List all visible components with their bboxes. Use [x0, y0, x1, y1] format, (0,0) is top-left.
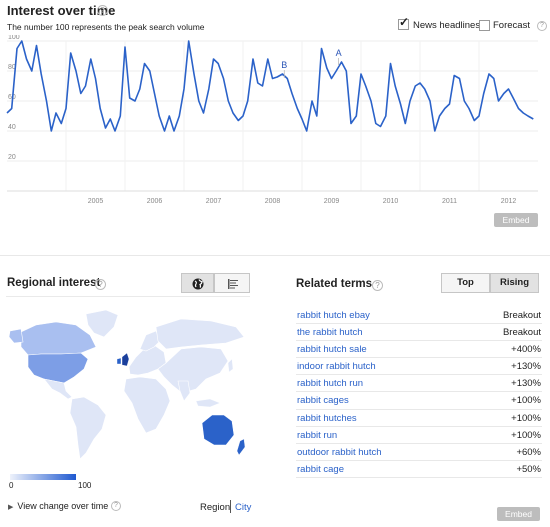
interest-over-time-chart: 20 40 60 80 100 2005 2006 2007 2008 2009 2010 2011 2… [0, 35, 550, 207]
y-tick-label: 40 [8, 124, 16, 131]
related-term-link[interactable]: rabbit hutch ebay [297, 310, 370, 321]
map-legend-gradient [10, 474, 76, 480]
city-toggle[interactable]: City [235, 502, 251, 513]
forecast-help-icon[interactable]: ? [537, 21, 547, 31]
list-item: indoor rabbit hutch +130% [296, 358, 542, 376]
x-tick-label: 2012 [501, 198, 517, 205]
related-terms-list: rabbit hutch ebay Breakout the rabbit hu… [296, 307, 542, 478]
region-city-separator [230, 500, 231, 513]
embed-related-button[interactable]: Embed [497, 507, 540, 521]
y-tick-label: 20 [8, 154, 16, 161]
view-change-over-time-link[interactable]: ▶ View change over time [8, 501, 108, 511]
list-item: rabbit hutch run +130% [296, 375, 542, 393]
region-toggle[interactable]: Region [200, 502, 230, 513]
list-item: rabbit hutches +100% [296, 410, 542, 427]
y-tick-label: 100 [8, 35, 20, 41]
related-term-value: +130% [511, 378, 541, 390]
x-tick-label: 2007 [206, 198, 222, 205]
related-term-link[interactable]: rabbit hutch sale [297, 344, 367, 355]
list-item: rabbit hutch ebay Breakout [296, 307, 542, 325]
x-tick-label: 2009 [324, 198, 340, 205]
x-tick-label: 2006 [147, 198, 163, 205]
region-usa [27, 352, 89, 384]
checkmark-icon: ✓ [399, 15, 410, 29]
map-view-toggle[interactable] [181, 273, 214, 293]
related-term-value: +100% [511, 412, 541, 424]
list-item: the rabbit hutch Breakout [296, 324, 542, 342]
list-item: rabbit cage +50% [296, 461, 542, 478]
region-greenland [85, 309, 119, 338]
region-south-america [69, 396, 107, 460]
region-africa [123, 376, 171, 434]
region-uk [121, 352, 130, 367]
help-icon[interactable]: ? [97, 5, 108, 16]
related-term-link[interactable]: indoor rabbit hutch [297, 361, 376, 372]
world-map-svg [8, 309, 246, 460]
region-new-zealand [236, 438, 246, 456]
x-tick-label: 2011 [442, 198, 457, 205]
annotation-label: B [281, 60, 287, 70]
map-legend-min: 0 [9, 481, 14, 490]
triangle-right-icon: ▶ [8, 504, 14, 511]
annotation-label: A [336, 48, 342, 58]
list-icon [228, 279, 238, 289]
related-term-value: +100% [511, 429, 541, 441]
list-item: rabbit run +100% [296, 427, 542, 444]
list-item: outdoor rabbit hutch +60% [296, 444, 542, 461]
related-term-value: +100% [511, 395, 541, 407]
x-tick-label: 2008 [265, 198, 281, 205]
region-russia [155, 318, 245, 350]
view-change-label: View change over time [17, 501, 109, 511]
related-help-icon[interactable]: ? [372, 280, 383, 291]
region-ireland [116, 357, 122, 365]
related-term-link[interactable]: rabbit run [297, 430, 337, 441]
related-term-value: Breakout [502, 327, 541, 339]
view-change-help-icon[interactable]: ? [111, 501, 121, 511]
regional-help-icon[interactable]: ? [95, 279, 106, 290]
related-term-value: +50% [516, 463, 541, 475]
section-divider [0, 255, 550, 256]
related-term-value: +400% [511, 344, 541, 356]
regional-interest-title: Regional interest [7, 277, 101, 289]
forecast-checkbox[interactable] [479, 20, 490, 31]
list-item: rabbit hutch sale +400% [296, 341, 542, 359]
region-asia [157, 346, 229, 394]
line-chart-svg: 204060801002005 2006 2007 2008 2009 2010 2011 2… [6, 35, 538, 205]
forecast-label[interactable]: Forecast [493, 20, 530, 31]
region-mexico [43, 378, 73, 400]
globe-icon [192, 278, 204, 290]
related-term-link[interactable]: rabbit hutches [297, 413, 357, 424]
related-term-value: +60% [516, 446, 541, 458]
related-term-link[interactable]: rabbit cage [297, 464, 344, 475]
tab-rising[interactable]: Rising [490, 273, 539, 293]
world-map[interactable] [6, 296, 250, 472]
region-indonesia [195, 398, 221, 408]
region-india [177, 380, 191, 402]
related-term-value: +130% [511, 361, 541, 373]
x-tick-label: 2005 [88, 198, 104, 205]
x-tick-label: 2010 [383, 198, 399, 205]
region-australia [201, 414, 235, 446]
region-japan [227, 358, 234, 373]
series-line [6, 40, 534, 132]
list-view-toggle[interactable] [214, 273, 250, 293]
related-term-link[interactable]: the rabbit hutch [297, 327, 363, 338]
list-item: rabbit cages +100% [296, 392, 542, 410]
interest-over-time-subtitle: The number 100 represents the peak searc… [7, 22, 205, 32]
related-term-link[interactable]: rabbit hutch run [297, 378, 363, 389]
map-legend-max: 100 [78, 481, 92, 490]
news-headlines-label[interactable]: News headlines [413, 20, 480, 31]
related-term-value: Breakout [502, 310, 541, 321]
region-alaska [8, 328, 24, 344]
related-term-link[interactable]: outdoor rabbit hutch [297, 447, 382, 458]
related-terms-title: Related terms [296, 278, 373, 290]
embed-chart-button[interactable]: Embed [494, 213, 538, 227]
related-term-link[interactable]: rabbit cages [297, 395, 349, 406]
tab-top[interactable]: Top [441, 273, 490, 293]
region-canada [20, 321, 97, 356]
